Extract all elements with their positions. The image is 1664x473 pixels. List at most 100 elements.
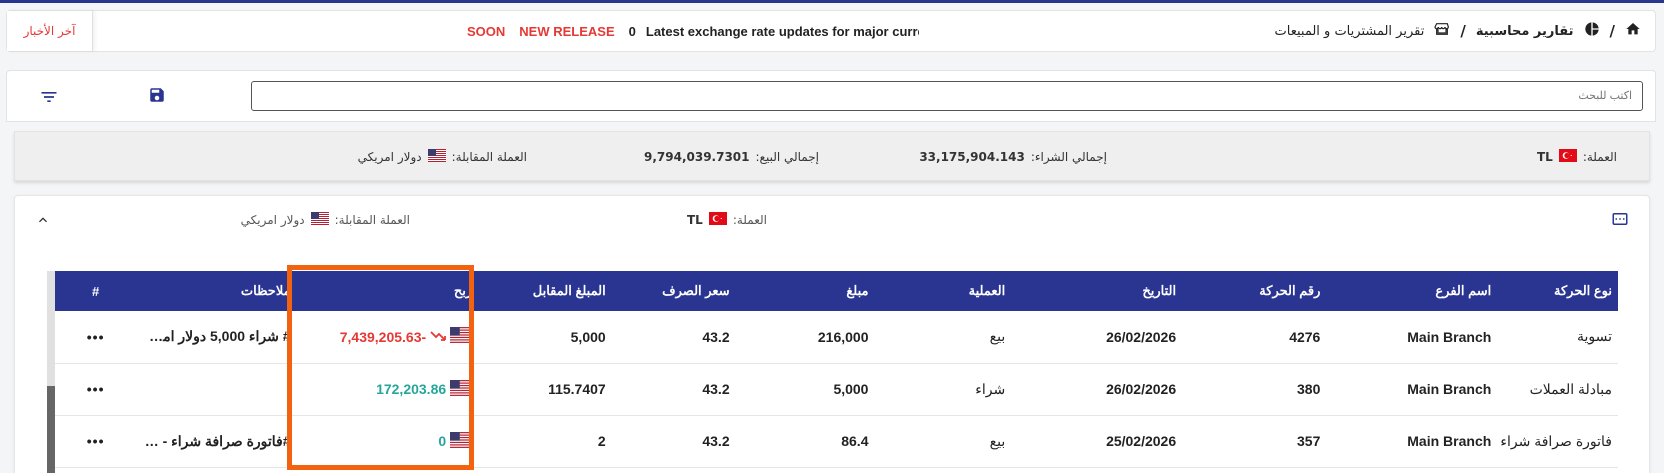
total-counter-value: دولار امريكي [357, 150, 422, 164]
table-scrollbar-thumb[interactable] [47, 386, 55, 473]
transactions-table: نوع الحركة اسم الفرع رقم الحركة التاريخ … [55, 271, 1618, 468]
breadcrumb-separator: / [1609, 22, 1615, 40]
group-currency-value: TL [686, 213, 703, 227]
trend-down-icon [430, 329, 447, 345]
total-sale: إجمالي البيع: 9,794,039.7301 [644, 132, 819, 182]
us-flag-icon [427, 149, 446, 165]
col-amount[interactable]: مبلغ [736, 271, 875, 311]
cell-number: 380 [1297, 381, 1321, 397]
store-icon [1434, 21, 1450, 41]
col-date[interactable]: التاريخ [1011, 271, 1182, 311]
col-type[interactable]: نوع الحركة [1497, 271, 1618, 311]
group-currency: العملة: TL [687, 186, 767, 254]
row-menu-button[interactable]: ••• [55, 415, 136, 467]
breadcrumb: / تقارير محاسبية / تقرير المشتريات و الم… [1275, 11, 1642, 51]
col-counter-amount[interactable]: المبلغ المقابل [478, 271, 612, 311]
cell-branch: Main Branch [1407, 328, 1492, 345]
collapse-chevron-icon[interactable] [35, 212, 55, 232]
total-purchase-label: إجمالي الشراء: [1030, 150, 1107, 164]
total-purchase-value: 33,175,904.143 [919, 150, 1025, 164]
us-flag-icon [450, 431, 473, 451]
cell-rate: 43.2 [702, 381, 730, 397]
col-notes[interactable]: ملاحظات [136, 271, 296, 311]
cell-notes: #فاتورة صرافة شراء - اجمالي [136, 432, 291, 449]
total-sale-value: 9,794,039.7301 [643, 150, 750, 164]
breadcrumb-separator: / [1460, 22, 1466, 40]
cell-profit: 172,203.86 [297, 363, 479, 415]
group-counter-value: دولار امريكي [240, 213, 305, 227]
total-currency: العملة: TL [1537, 132, 1617, 182]
pie-chart-icon [1584, 21, 1600, 41]
transactions-table-wrapper: نوع الحركة اسم الفرع رقم الحركة التاريخ … [47, 271, 1618, 473]
cell-type: فاتورة صرافة شراء [1500, 432, 1612, 449]
col-branch[interactable]: اسم الفرع [1326, 271, 1497, 311]
cell-operation: شراء [975, 380, 1006, 397]
cell-rate: 43.2 [702, 328, 730, 345]
profit-value: -7,439,205.63 [339, 328, 427, 345]
table-row[interactable]: فاتورة صرافة شراء Main Branch 357 25/02/… [55, 415, 1618, 467]
news-message[interactable]: Latest exchange rate updates for major c… [646, 24, 919, 39]
search-input[interactable] [251, 81, 1643, 111]
cell-date: 25/02/2026 [1106, 433, 1177, 449]
group-currency-label: العملة: [732, 213, 767, 227]
table-row[interactable]: مبادلة العملات Main Branch 380 26/02/202… [55, 363, 1618, 415]
us-flag-icon [310, 212, 329, 228]
news-bar: آخر الأخبار SOON NEW RELEASE 0 Latest ex… [6, 10, 1656, 52]
total-purchase: إجمالي الشراء: 33,175,904.143 [919, 132, 1107, 182]
cell-amount: 86.4 [841, 433, 869, 449]
group-details-icon[interactable] [1611, 210, 1631, 230]
cell-operation: بيع [989, 328, 1006, 345]
news-ticker: SOON NEW RELEASE 0 Latest exchange rate … [467, 11, 919, 51]
news-tag-soon: SOON [467, 23, 506, 39]
group-counter-label: العملة المقابلة: [334, 213, 410, 227]
us-flag-icon [450, 327, 473, 346]
breadcrumb-section[interactable]: تقارير محاسبية [1476, 24, 1574, 39]
col-profit[interactable]: ربح [297, 271, 479, 311]
total-sale-label: إجمالي البيع: [755, 150, 819, 164]
turkey-flag-icon [708, 212, 727, 228]
cell-date: 26/02/2026 [1106, 328, 1177, 345]
home-icon[interactable] [1625, 21, 1641, 41]
save-icon[interactable] [143, 81, 171, 109]
cell-notes [136, 363, 296, 415]
row-menu-button[interactable]: ••• [55, 363, 136, 415]
news-count: 0 [628, 23, 636, 39]
news-tag-new-release: NEW RELEASE [519, 23, 615, 39]
profit-value: 172,203.86 [376, 381, 447, 397]
cell-notes: # شراء 5,000 دولار امريكي [136, 328, 291, 345]
cell-profit: -7,439,205.63 [297, 311, 479, 363]
cell-number: 357 [1297, 433, 1321, 449]
cell-number: 4276 [1289, 328, 1321, 345]
table-row[interactable]: تسوية Main Branch 4276 26/02/2026 بيع 21… [55, 311, 1618, 363]
row-menu-button[interactable]: ••• [55, 311, 136, 363]
us-flag-icon [450, 379, 473, 399]
search-panel [6, 70, 1656, 122]
col-index: # [92, 283, 100, 299]
totals-bar: العملة: TL إجمالي الشراء: 33,175,904.143… [14, 131, 1650, 181]
total-currency-label: العملة: [1582, 150, 1617, 164]
table-scrollbar[interactable] [47, 271, 55, 473]
cell-date: 26/02/2026 [1106, 381, 1177, 397]
filter-icon[interactable] [35, 83, 63, 111]
breadcrumb-page: تقرير المشتريات و المبيعات [1274, 23, 1425, 39]
col-operation[interactable]: العملية [874, 271, 1011, 311]
col-number[interactable]: رقم الحركة [1182, 271, 1326, 311]
group-counter-currency: العملة المقابلة: دولار امريكي [241, 186, 410, 254]
cell-profit: 0 [297, 415, 479, 467]
cell-amount: 5,000 [833, 381, 869, 397]
total-currency-value: TL [1536, 150, 1553, 164]
cell-amount: 216,000 [817, 328, 869, 345]
latest-news-button[interactable]: آخر الأخبار [7, 11, 93, 51]
cell-counter-amount: 2 [597, 433, 606, 449]
table-header-row: نوع الحركة اسم الفرع رقم الحركة التاريخ … [55, 271, 1618, 311]
col-rate[interactable]: سعر الصرف [612, 271, 736, 311]
cell-type: مبادلة العملات [1529, 380, 1612, 397]
cell-operation: بيع [989, 432, 1006, 449]
cell-branch: Main Branch [1407, 433, 1492, 449]
cell-counter-amount: 115.7407 [548, 381, 606, 397]
cell-counter-amount: 5,000 [570, 328, 606, 345]
turkey-flag-icon [1558, 149, 1577, 165]
cell-rate: 43.2 [702, 433, 730, 449]
total-counter-label: العملة المقابلة: [451, 150, 527, 164]
top-accent-line [0, 0, 1664, 3]
